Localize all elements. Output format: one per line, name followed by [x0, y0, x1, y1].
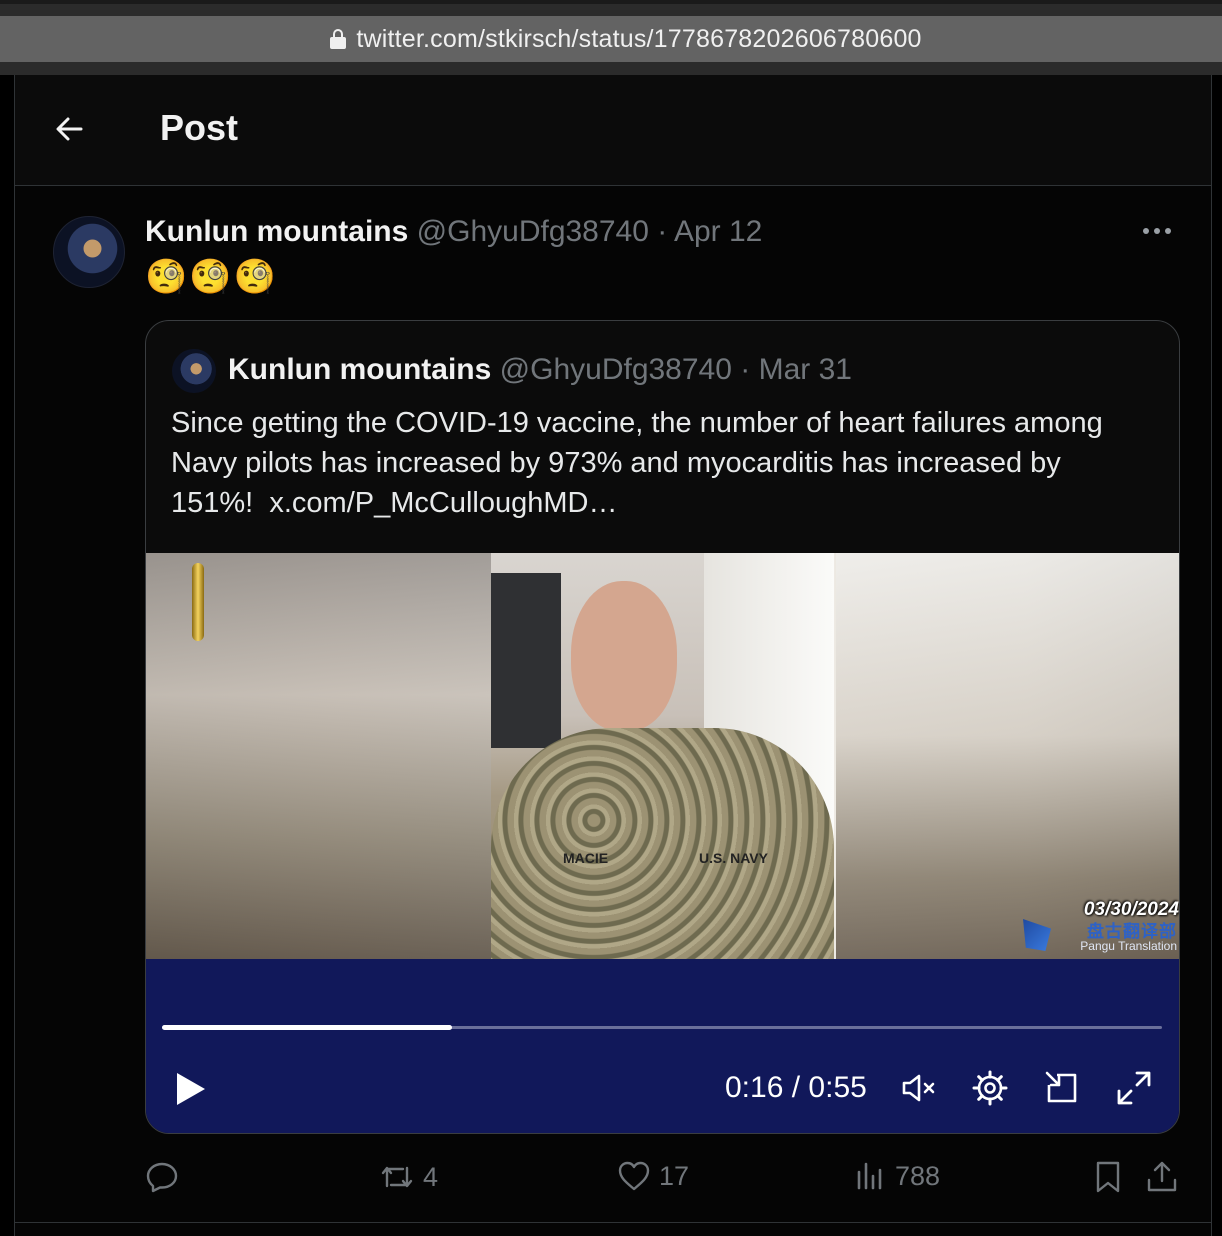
- brand-english-text: Pangu Translation: [1080, 939, 1177, 953]
- heart-icon: [617, 1160, 651, 1192]
- reply-icon: [145, 1160, 179, 1194]
- gold-ring-graphic: [192, 563, 204, 641]
- video-frame[interactable]: MACIE U.S. NAVY 03/30/2024 盘古翻译部 Pangu T…: [146, 553, 1179, 959]
- browser-tab-strip: [0, 0, 1222, 4]
- person-uniform-graphic: [491, 728, 834, 959]
- uniform-service-tape: U.S. NAVY: [699, 850, 768, 866]
- tweet-text: 🧐🧐🧐: [145, 258, 279, 296]
- repost-count: 4: [423, 1161, 439, 1192]
- play-icon[interactable]: [174, 1071, 208, 1107]
- time-total: 0:55: [808, 1071, 867, 1104]
- url-text[interactable]: twitter.com/stkirsch/status/177867820260…: [356, 25, 921, 54]
- video-player[interactable]: MACIE U.S. NAVY 03/30/2024 盘古翻译部 Pangu T…: [146, 553, 1179, 1133]
- quoted-tweet-card[interactable]: Kunlun mountains @GhyuDfg38740 · Mar 31 …: [145, 320, 1180, 1134]
- time-separator: /: [791, 1071, 801, 1104]
- video-time: 0:16 / 0:55: [725, 1071, 867, 1105]
- uniform-name-tape: MACIE: [563, 850, 609, 866]
- browser-chrome: twitter.com/stkirsch/status/177867820260…: [0, 0, 1222, 75]
- arrow-left-icon[interactable]: [51, 111, 87, 147]
- quote-separator-dot: ·: [740, 353, 751, 386]
- timeline-column: Post Kunlun mountains @GhyuDfg38740 · Ap…: [14, 75, 1212, 1236]
- quote-date: Mar 31: [758, 353, 852, 386]
- quote-author-line: Kunlun mountains @GhyuDfg38740 · Mar 31: [228, 353, 852, 387]
- views-count: 788: [895, 1160, 941, 1191]
- person-head-graphic: [571, 581, 677, 731]
- author-name[interactable]: Kunlun mountains: [145, 215, 408, 248]
- volume-muted-icon[interactable]: [898, 1068, 938, 1108]
- quote-author-name: Kunlun mountains: [228, 353, 492, 386]
- tweet-date[interactable]: Apr 12: [674, 215, 762, 248]
- more-horizontal-icon[interactable]: [1143, 221, 1179, 241]
- video-progress-bar[interactable]: [162, 1025, 1162, 1030]
- picture-in-picture-icon[interactable]: [1042, 1068, 1082, 1108]
- gear-icon[interactable]: [970, 1068, 1010, 1108]
- page-title: Post: [160, 107, 239, 148]
- views-icon: [855, 1160, 887, 1192]
- tweet-actions: 4 17 788: [145, 1160, 1185, 1210]
- post-header: Post: [15, 75, 1211, 186]
- monitor-graphic: [491, 573, 561, 748]
- bookmark-icon: [1093, 1160, 1123, 1194]
- repost-button[interactable]: 4: [379, 1160, 438, 1194]
- like-count: 17: [659, 1160, 690, 1191]
- author-handle[interactable]: @GhyuDfg38740: [417, 215, 649, 248]
- repost-icon: [379, 1160, 415, 1194]
- quote-link[interactable]: x.com/P_McCulloughMD…: [269, 487, 617, 519]
- fullscreen-icon[interactable]: [1114, 1068, 1154, 1108]
- tweet-author-line: Kunlun mountains @GhyuDfg38740 · Apr 12: [145, 215, 762, 249]
- bookmark-button[interactable]: [1093, 1160, 1123, 1194]
- quote-avatar: [172, 349, 216, 393]
- video-center-image: MACIE U.S. NAVY: [491, 553, 834, 959]
- like-button[interactable]: 17: [617, 1160, 689, 1192]
- time-current: 0:16: [725, 1071, 784, 1104]
- views-button[interactable]: 788: [855, 1160, 940, 1192]
- lock-icon: [330, 29, 347, 49]
- share-button[interactable]: [1145, 1160, 1179, 1194]
- bottom-divider: [15, 1222, 1211, 1223]
- address-bar[interactable]: twitter.com/stkirsch/status/177867820260…: [0, 16, 1222, 62]
- video-progress-fill: [162, 1025, 452, 1030]
- reply-button[interactable]: [145, 1160, 187, 1194]
- quote-author-handle: @GhyuDfg38740: [499, 353, 732, 386]
- separator-dot: ·: [657, 215, 668, 248]
- share-icon: [1145, 1160, 1179, 1194]
- quote-text: Since getting the COVID-19 vaccine, the …: [171, 403, 1121, 523]
- avatar[interactable]: [53, 216, 125, 288]
